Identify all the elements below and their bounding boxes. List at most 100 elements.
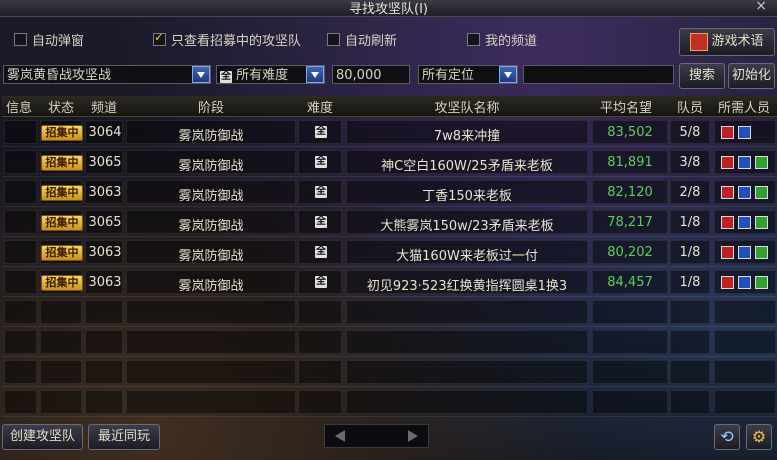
position-select[interactable]: 所有定位 [418,65,518,84]
members-cell: 1/8 [679,275,701,290]
table-row[interactable]: 招集中 3064 雾岚防御战 全 7w8来冲撞 83,502 5/8 [2,118,777,147]
gear-icon[interactable]: ⚙ [746,424,772,450]
raid-name-cell: 初见923·523红换黄指挥圆桌1换3 [366,279,568,294]
position-value: 所有定位 [422,68,475,83]
table-cell [4,360,37,384]
table-cell [670,360,710,384]
next-page-arrow[interactable] [408,430,418,442]
option-auto-refresh[interactable]: 自动刷新 [327,30,397,49]
checkbox[interactable] [467,33,480,46]
checkbox[interactable] [153,30,166,46]
glossary-button[interactable]: 游戏术语 [679,28,775,56]
table-cell [4,210,37,234]
members-cell: 1/8 [679,245,701,260]
table-cell [85,390,123,414]
title-bar: 寻找攻坚队(I) × [0,0,777,17]
header-members: 队员 [676,101,703,116]
header-status: 状态 [47,101,74,116]
table-cell [346,390,588,414]
recent-players-button[interactable]: 最近同玩 [88,424,160,450]
table-row [2,328,777,357]
chevron-down-icon[interactable] [499,66,517,83]
reset-button[interactable]: 初始化 [728,63,775,89]
header-channel: 频道 [90,101,117,116]
raid-value: 雾岚黄昏战攻坚战 [7,68,112,83]
red-role-icon [721,156,734,169]
table-cell [40,330,82,354]
blue-role-icon [738,156,751,169]
table-cell [85,360,123,384]
table-row[interactable]: 招集中 3063 雾岚防御战 全 丁香150来老板 82,120 2/8 [2,178,777,207]
table-cell [298,390,342,414]
members-cell: 2/8 [679,185,701,200]
channel-cell: 3065 [88,155,122,170]
fame-cell: 80,202 [607,245,653,260]
chevron-down-icon[interactable] [306,66,324,83]
members-cell: 1/8 [679,215,701,230]
option-label: 自动刷新 [345,34,398,49]
difficulty-icon: 全 [315,276,327,288]
members-cell: 5/8 [679,125,701,140]
search-button[interactable]: 搜索 [679,63,725,89]
channel-cell: 3063 [88,185,122,200]
create-raid-button[interactable]: 创建攻坚队 [2,424,83,450]
checkbox[interactable] [327,33,340,46]
option-recruiting-only[interactable]: 只查看招募中的攻坚队 [153,30,301,49]
table-cell [85,330,123,354]
table-row[interactable]: 招集中 3063 雾岚防御战 全 大猫160W来老板过一付 80,202 1/8 [2,238,777,267]
red-role-icon [721,126,734,139]
checkbox[interactable] [14,33,27,46]
table-cell [4,240,37,264]
table-cell [4,120,37,144]
table-cell [298,300,342,324]
table-row[interactable]: 招集中 3063 雾岚防御战 全 初见923·523红换黄指挥圆桌1换3 84,457 1/… [2,268,777,297]
option-auto-popup[interactable]: 自动弹窗 [14,30,84,49]
raid-name-cell: 大猫160W来老板过一付 [396,249,538,264]
pager [324,424,429,448]
table-cell [298,330,342,354]
raid-select[interactable]: 雾岚黄昏战攻坚战 [3,65,211,84]
table-row[interactable]: 招集中 3065 雾岚防御战 全 神C空白160W/25矛盾来老板 81,891 3/8 [2,148,777,177]
table-header: 信息 状态 频道 阶段 难度 攻坚队名称 平均名望 队员 所需人员 [2,96,777,117]
table-cell [85,300,123,324]
stage-cell: 雾岚防御战 [178,129,244,144]
header-fame: 平均名望 [599,101,652,116]
option-label: 自动弹窗 [32,34,85,49]
stage-cell: 雾岚防御战 [178,279,244,294]
table-cell [40,300,82,324]
table-row[interactable]: 招集中 3065 雾岚防御战 全 大熊雾岚150w/23矛盾来老板 78,217 1/8 [2,208,777,237]
blue-role-icon [738,246,751,259]
red-role-icon [721,216,734,229]
table-cell [126,390,296,414]
stage-cell: 雾岚防御战 [178,249,244,264]
table-cell [346,330,588,354]
raid-name-cell: 神C空白160W/25矛盾来老板 [381,159,553,174]
table-cell [126,360,296,384]
fame-cell: 84,457 [607,275,653,290]
option-label: 我的频道 [485,34,538,49]
window-title: 寻找攻坚队(I) [349,2,428,17]
table-cell [4,390,37,414]
difficulty-icon: 全 [315,216,327,228]
channel-cell: 3063 [88,275,122,290]
table-cell [346,360,588,384]
red-role-icon [721,186,734,199]
prev-page-arrow[interactable] [335,430,345,442]
fame-cell: 81,891 [607,155,653,170]
option-my-channel[interactable]: 我的频道 [467,30,537,49]
table-cell [714,360,776,384]
fame-value: 80,000 [336,68,382,83]
stage-cell: 雾岚防御战 [178,189,244,204]
table-cell [40,360,82,384]
refresh-icon[interactable]: ⟲ [714,424,740,450]
close-icon[interactable]: × [755,0,767,14]
table-cell [4,150,37,174]
fame-input[interactable]: 80,000 [332,65,410,84]
green-role-icon [755,276,768,289]
keyword-input[interactable] [523,65,674,84]
blue-role-icon [738,276,751,289]
fame-cell: 83,502 [607,125,653,140]
chevron-down-icon[interactable] [192,66,210,83]
difficulty-select[interactable]: 全 所有难度 [216,65,325,84]
status-badge: 招集中 [41,155,83,171]
